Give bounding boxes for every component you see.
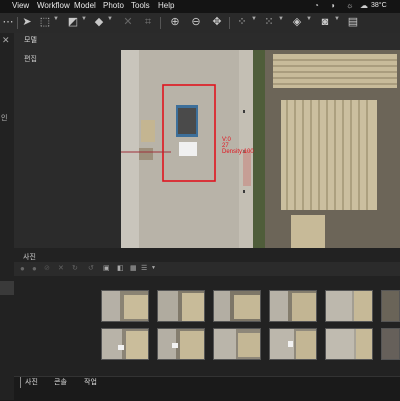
points-view-icon[interactable]: ⁘ bbox=[235, 15, 249, 30]
photos-panel: 사진 ● ● ⊘ ✕ ↻ ↺ ▣ ◧ ▦ ☰ ▼ bbox=[14, 248, 400, 376]
left-edge-label: 인 bbox=[1, 115, 8, 122]
toolbar: ⋯ ➤ ⬚ ▼ ◩ ▼ ◆ ▼ ✕ ⌗ ⊕ ⊖ ✥ ⁘ ▼ ⁙ ▼ ◈ ▼ ◙ … bbox=[0, 13, 400, 34]
brightness-icon: ◑ bbox=[330, 1, 335, 10]
menu-photo[interactable]: Photo bbox=[103, 1, 124, 10]
zoom-in-icon[interactable]: ⊕ bbox=[168, 15, 182, 30]
left-strip: ✕ 인 bbox=[0, 33, 15, 400]
rotate-ccw-icon[interactable]: ↺ bbox=[88, 264, 94, 272]
chevron-down-icon[interactable]: ▼ bbox=[53, 16, 59, 22]
photo-thumbnail[interactable] bbox=[325, 290, 373, 322]
photo-thumbnail[interactable] bbox=[157, 290, 205, 322]
shape-select-icon[interactable]: ◩ bbox=[66, 15, 80, 30]
tab-photos[interactable]: 사진 bbox=[20, 377, 49, 388]
menu-tools[interactable]: Tools bbox=[131, 1, 150, 10]
photos-toolbar: ● ● ⊘ ✕ ↻ ↺ ▣ ◧ ▦ ☰ ▼ bbox=[14, 262, 400, 276]
photo-thumbnail[interactable] bbox=[381, 290, 400, 322]
grid-view-icon[interactable]: ▤ bbox=[346, 15, 360, 30]
lasso-icon[interactable]: ⋯ bbox=[1, 15, 15, 30]
tab-jobs[interactable]: 작업 bbox=[84, 377, 97, 388]
photo-thumbnail[interactable] bbox=[269, 290, 317, 322]
chevron-down-icon[interactable]: ▼ bbox=[334, 16, 340, 22]
model-edit-item[interactable]: 편집 bbox=[24, 54, 37, 64]
record-icon[interactable]: ● bbox=[20, 264, 25, 273]
photo-thumbnail[interactable] bbox=[325, 328, 373, 360]
close-icon[interactable]: ✕ bbox=[58, 264, 64, 272]
toolbar-separator bbox=[229, 17, 230, 29]
delete-icon[interactable]: ✕ bbox=[121, 15, 135, 30]
photo-thumbnail[interactable] bbox=[101, 328, 149, 360]
chevron-down-icon[interactable]: ▼ bbox=[251, 16, 257, 22]
stop-icon[interactable]: ● bbox=[32, 264, 37, 273]
menu-model[interactable]: Model bbox=[74, 1, 96, 10]
view-mode-icon[interactable]: ☰ bbox=[141, 264, 147, 272]
sun-icon: ☼ bbox=[346, 1, 354, 10]
model-header: 모델 bbox=[14, 33, 400, 51]
photo-thumbnail[interactable] bbox=[381, 328, 400, 360]
image-icon[interactable]: ▦ bbox=[130, 264, 137, 272]
menu-workflow[interactable]: Workflow bbox=[37, 1, 70, 10]
detection-label-line-3: Density:100 bbox=[222, 149, 254, 155]
menu-bar: View Workflow Model Photo Tools Help ◔ ◑… bbox=[0, 0, 400, 13]
speed-icon: ◔ bbox=[314, 1, 319, 10]
chevron-down-icon[interactable]: ▼ bbox=[107, 16, 113, 22]
photo-thumbnail[interactable] bbox=[157, 328, 205, 360]
menu-help[interactable]: Help bbox=[158, 1, 174, 10]
detection-label: V:0 27 Density:100 bbox=[222, 137, 254, 155]
menu-view[interactable]: View bbox=[12, 1, 29, 10]
fill-select-icon[interactable]: ◆ bbox=[92, 15, 106, 30]
rotate-icon[interactable]: ↻ bbox=[72, 264, 78, 272]
save-icon[interactable]: ▣ bbox=[103, 264, 110, 272]
zoom-out-icon[interactable]: ⊖ bbox=[189, 15, 203, 30]
remove-icon[interactable]: ⊘ bbox=[44, 264, 50, 272]
photo-thumbnail[interactable] bbox=[101, 290, 149, 322]
photo-thumbnail[interactable] bbox=[269, 328, 317, 360]
model-panel-title: 모델 bbox=[24, 37, 37, 44]
photos-panel-title: 사진 bbox=[23, 254, 36, 261]
toolbar-separator bbox=[160, 17, 161, 29]
chevron-down-icon[interactable]: ▼ bbox=[81, 16, 87, 22]
temperature-status: 38°C bbox=[371, 2, 387, 9]
navigate-icon[interactable]: ✥ bbox=[210, 15, 224, 30]
chevron-down-icon[interactable]: ▼ bbox=[306, 16, 312, 22]
pointer-tool-icon[interactable]: ➤ bbox=[20, 15, 34, 30]
chevron-down-icon[interactable]: ▼ bbox=[151, 265, 156, 271]
camera-icon[interactable]: ◙ bbox=[318, 15, 332, 30]
mask-icon[interactable]: ◧ bbox=[117, 264, 124, 272]
model-viewport[interactable]: V:0 27 Density:100 bbox=[121, 50, 400, 248]
chevron-down-icon[interactable]: ▼ bbox=[278, 16, 284, 22]
model-panel: 편집 bbox=[14, 50, 121, 248]
crop-icon[interactable]: ⌗ bbox=[141, 15, 155, 30]
tab-console[interactable]: 콘솔 bbox=[54, 377, 67, 388]
photo-thumbnail[interactable] bbox=[213, 290, 261, 322]
left-strip-button[interactable] bbox=[0, 281, 14, 295]
photo-thumbnail[interactable] bbox=[213, 328, 261, 360]
mesh-icon[interactable]: ◈ bbox=[290, 15, 304, 30]
dense-cloud-icon[interactable]: ⁙ bbox=[262, 15, 276, 30]
close-icon[interactable]: ✕ bbox=[2, 35, 10, 46]
rect-select-icon[interactable]: ⬚ bbox=[38, 15, 52, 30]
weather-icon: ☁ bbox=[360, 1, 368, 10]
toolbar-separator bbox=[17, 17, 18, 29]
bottom-tabs: 사진 콘솔 작업 bbox=[14, 376, 400, 401]
aerial-image bbox=[121, 50, 400, 248]
